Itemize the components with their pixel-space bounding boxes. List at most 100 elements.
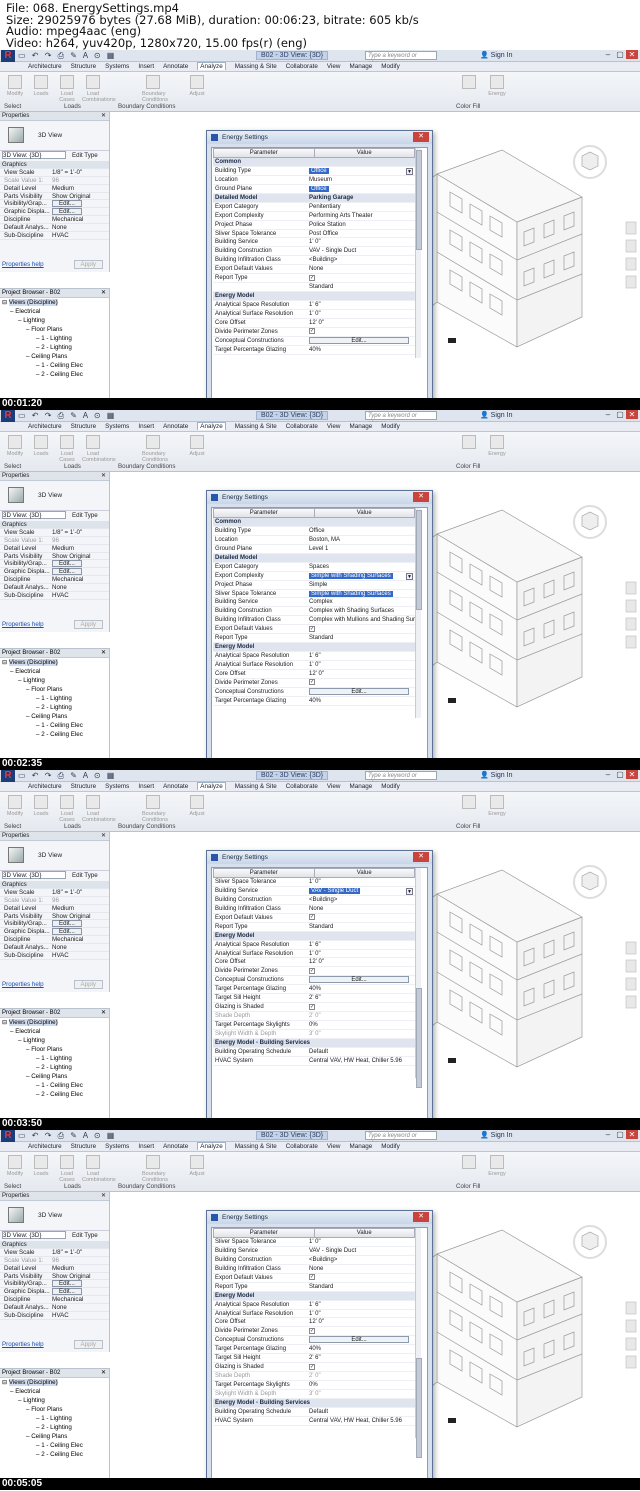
param-value[interactable]: 0% — [309, 1022, 318, 1028]
minimize-icon[interactable]: – — [602, 770, 614, 779]
param-value[interactable]: None — [309, 906, 323, 912]
ribbon-button[interactable]: Load Combinations — [82, 795, 116, 823]
checkbox[interactable]: ✓ — [309, 274, 315, 281]
param-value[interactable]: Standard — [309, 635, 333, 641]
edit-button[interactable]: Edit... — [52, 568, 82, 576]
ribbon-tab[interactable]: Collaborate — [286, 783, 318, 790]
energy-button[interactable]: Energy — [486, 75, 508, 97]
ribbon-tab[interactable]: Architecture — [28, 423, 62, 430]
ribbon-tab[interactable]: Analyze — [197, 422, 226, 430]
ribbon-tab[interactable]: Massing & Site — [235, 63, 277, 70]
checkbox[interactable]: ✓ — [309, 679, 315, 686]
ribbon-tab[interactable]: View — [327, 1143, 341, 1150]
close-icon[interactable]: ✕ — [626, 1130, 638, 1139]
param-value[interactable]: Default — [309, 1049, 328, 1055]
maximize-icon[interactable]: ▢ — [614, 50, 626, 59]
browser-tree-item[interactable]: – Electrical — [0, 1387, 109, 1396]
checkbox[interactable]: ✓ — [309, 914, 315, 921]
ribbon-button[interactable]: Loads — [30, 795, 52, 817]
browser-tree-item[interactable]: – Electrical — [0, 667, 109, 676]
param-value[interactable]: None — [309, 1266, 323, 1272]
ribbon-tab[interactable]: Analyze — [197, 782, 226, 790]
panel-label[interactable]: Select — [4, 1183, 21, 1190]
ribbon-tab[interactable]: Structure — [71, 423, 97, 430]
view-cube-icon[interactable] — [573, 1225, 607, 1259]
search-input[interactable]: Type a keyword or phrase — [365, 771, 437, 787]
expand-icon[interactable]: ⊟ — [2, 659, 7, 666]
properties-help-link[interactable]: Properties help — [2, 981, 44, 988]
view-selector[interactable]: 3D View: {3D} — [2, 871, 66, 879]
browser-tree-item[interactable]: – 1 - Lighting — [0, 1414, 109, 1423]
panel-label[interactable]: Select — [4, 103, 21, 110]
ribbon-tab[interactable]: Annotate — [163, 1143, 188, 1150]
param-value[interactable]: 1' 0" — [309, 879, 321, 885]
ribbon-button[interactable]: Adjust — [186, 75, 208, 97]
maximize-icon[interactable]: ▢ — [614, 770, 626, 779]
close-icon[interactable]: ✕ — [626, 410, 638, 419]
ribbon-tab[interactable]: View — [327, 63, 341, 70]
param-value[interactable]: Central VAV, HW Heat, Chiller 5.96 — [309, 1058, 402, 1064]
param-value[interactable]: Complex — [309, 599, 333, 605]
ribbon-button[interactable]: Load Cases — [56, 435, 78, 463]
view-selector[interactable]: 3D View: {3D} — [2, 1231, 66, 1239]
browser-tree-item[interactable]: – Lighting — [0, 316, 109, 325]
param-value[interactable]: VAV - Single Duct — [309, 887, 361, 894]
ribbon-button[interactable]: Adjust — [186, 1155, 208, 1177]
quick-access-toolbar[interactable]: ▭ ↶ ↷ ⎙ ✎ A ⊙ ▦ — [18, 51, 116, 61]
param-value[interactable]: 0% — [309, 1382, 318, 1388]
param-value[interactable]: Post Office — [309, 231, 338, 237]
param-value[interactable]: Spaces — [309, 564, 329, 570]
minimize-icon[interactable]: – — [602, 1130, 614, 1139]
browser-tree-item[interactable]: – 2 - Ceiling Elec — [0, 1090, 109, 1099]
browser-tree-item[interactable]: ⊟ Views (Discipline) — [0, 298, 109, 307]
param-value[interactable]: Performing Arts Theater — [309, 213, 373, 219]
edit-button[interactable]: Edit... — [309, 687, 409, 695]
property-value[interactable]: Edit... — [52, 920, 82, 928]
param-value[interactable]: Police Station — [309, 222, 346, 228]
ribbon-button[interactable]: Load Cases — [56, 795, 78, 823]
ribbon-tab[interactable]: Modify — [381, 1143, 400, 1150]
param-value[interactable]: <Building> — [309, 1257, 337, 1263]
browser-tree-item[interactable]: – Lighting — [0, 676, 109, 685]
ribbon-tab[interactable]: Systems — [105, 423, 129, 430]
browser-tree-item[interactable]: – 2 - Lighting — [0, 703, 109, 712]
param-value[interactable]: Standard — [309, 924, 333, 930]
browser-tree-item[interactable]: – 1 - Ceiling Elec — [0, 1081, 109, 1090]
param-value[interactable]: 2' 6" — [309, 995, 321, 1001]
view-cube-icon[interactable] — [573, 505, 607, 539]
param-value[interactable]: Office — [309, 528, 325, 534]
edit-button[interactable]: Edit... — [52, 560, 82, 568]
ribbon-tab[interactable]: Structure — [71, 1143, 97, 1150]
browser-tree-item[interactable]: ⊟ Views (Discipline) — [0, 658, 109, 667]
property-value[interactable]: Edit... — [52, 568, 82, 576]
property-value[interactable]: Edit... — [52, 200, 82, 208]
param-value[interactable]: 2' 0" — [309, 1373, 321, 1379]
apply-button[interactable]: Apply — [73, 260, 103, 269]
energy-button[interactable]: Energy — [486, 435, 508, 457]
edit-button[interactable]: Edit... — [52, 928, 82, 936]
ribbon-button[interactable]: Loads — [30, 1155, 52, 1177]
param-value[interactable]: Boston, MA — [309, 537, 340, 543]
revit-logo-icon[interactable]: R — [1, 50, 15, 62]
expand-icon[interactable]: ⊟ — [2, 1019, 7, 1026]
param-value[interactable]: VAV - Single Duct — [309, 1248, 356, 1254]
param-value[interactable]: Penitentiary — [309, 204, 341, 210]
param-value[interactable]: 12' 0" — [309, 671, 324, 677]
browser-tree-item[interactable]: – Ceiling Plans — [0, 1432, 109, 1441]
ribbon-tab[interactable]: Collaborate — [286, 423, 318, 430]
sign-in-link[interactable]: 👤 Sign In — [480, 51, 512, 59]
ribbon-button[interactable]: Boundary Conditions — [142, 795, 168, 823]
ribbon-tab[interactable]: Modify — [381, 63, 400, 70]
edit-type-button[interactable]: Edit Type — [72, 871, 98, 881]
scrollbar-thumb[interactable] — [416, 510, 422, 610]
ribbon-tab[interactable]: Architecture — [28, 783, 62, 790]
browser-tree-item[interactable]: – 2 - Lighting — [0, 1423, 109, 1432]
ribbon-tab[interactable]: Analyze — [197, 62, 226, 70]
grid-scrollbar[interactable] — [415, 148, 422, 358]
property-value[interactable]: Edit... — [52, 1280, 82, 1288]
param-value[interactable]: 12' 0" — [309, 1319, 324, 1325]
scrollbar-thumb[interactable] — [416, 150, 422, 250]
ribbon-button[interactable]: Boundary Conditions — [142, 435, 168, 463]
color-fill-button[interactable] — [456, 1155, 482, 1171]
browser-tree-item[interactable]: ⊟ Views (Discipline) — [0, 1018, 109, 1027]
